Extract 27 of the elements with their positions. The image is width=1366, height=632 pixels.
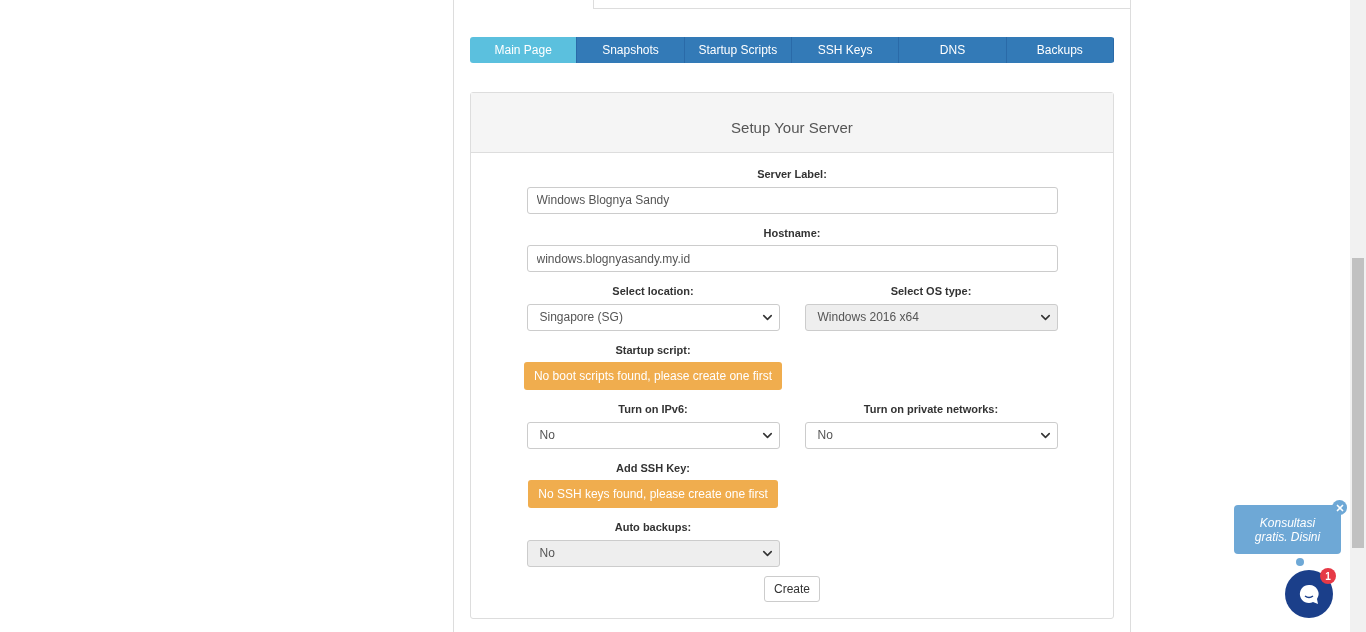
- close-icon: [1334, 502, 1345, 513]
- warning-message: No SSH keys found, please create one first: [528, 480, 778, 508]
- nav-tab[interactable]: Startup Scripts: [684, 37, 792, 63]
- field-label: Turn on IPv6:: [618, 402, 688, 417]
- text-field[interactable]: Windows Blognya Sandy: [526, 186, 1058, 214]
- create-button[interactable]: Create: [764, 575, 820, 602]
- field-label: Select location:: [612, 284, 694, 299]
- select-dropdown[interactable]: No: [526, 421, 780, 449]
- field-label: Turn on private networks:: [863, 402, 999, 417]
- field-label: Add SSH Key:: [616, 460, 690, 476]
- nav-tab[interactable]: Backups: [1006, 37, 1114, 63]
- select-dropdown[interactable]: Singapore (SG): [526, 303, 780, 331]
- text-field[interactable]: windows.blognyasandy.my.id: [526, 245, 1058, 272]
- nav-tab[interactable]: Snapshots: [577, 37, 685, 63]
- select-dropdown[interactable]: No: [804, 421, 1058, 449]
- notification-badge: 1: [1320, 568, 1336, 584]
- chat-launcher-button[interactable]: [1285, 570, 1333, 618]
- panel-title: Setup Your Server: [731, 118, 853, 139]
- field-label: Hostname:: [763, 225, 821, 241]
- field-label: Select OS type:: [890, 284, 972, 299]
- nav-tab[interactable]: DNS: [899, 37, 1007, 63]
- field-label: Auto backups:: [614, 520, 692, 535]
- nav-tab[interactable]: SSH Keys: [792, 37, 900, 63]
- chat-icon: [1298, 583, 1320, 605]
- field-label: Server Label:: [757, 167, 827, 182]
- warning-message: No boot scripts found, please create one first: [523, 362, 783, 390]
- field-label: Startup script:: [615, 342, 691, 358]
